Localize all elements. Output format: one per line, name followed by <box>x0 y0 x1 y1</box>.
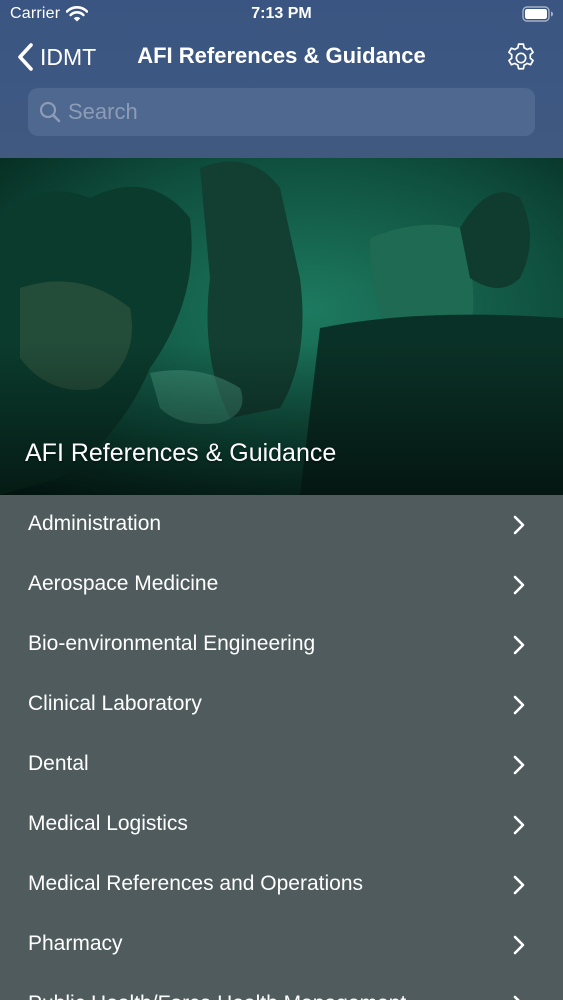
hero-banner: AFI References & Guidance <box>0 158 563 495</box>
status-time: 7:13 PM <box>251 5 312 22</box>
list-item-medical-references-and-operations[interactable]: Medical References and Operations <box>0 855 563 915</box>
list-item-medical-logistics[interactable]: Medical Logistics <box>0 795 563 855</box>
category-list: Administration Aerospace Medicine Bio-en… <box>0 495 563 1000</box>
chevron-right-icon <box>513 755 525 775</box>
gear-icon[interactable] <box>504 41 538 75</box>
list-item-pharmacy[interactable]: Pharmacy <box>0 915 563 975</box>
hero-title: AFI References & Guidance <box>25 439 337 467</box>
list-item-label: Medical References and Operations <box>28 872 364 895</box>
back-button-label: IDMT <box>40 43 97 70</box>
list-item-public-health-force-health-management[interactable]: Public Health/Force Health Management <box>0 975 563 1000</box>
search-field[interactable] <box>28 88 535 136</box>
search-input[interactable] <box>68 99 508 125</box>
list-item-administration[interactable]: Administration <box>0 495 563 555</box>
chevron-right-icon <box>513 875 525 895</box>
back-button[interactable]: IDMT <box>16 40 96 74</box>
chevron-right-icon <box>513 635 525 655</box>
search-icon <box>39 101 61 123</box>
list-item-label: Administration <box>28 512 162 535</box>
chevron-right-icon <box>513 935 525 955</box>
list-item-label: Dental <box>28 752 89 775</box>
list-item-label: Bio-environmental Engineering <box>28 632 316 655</box>
status-bar: Carrier 7:13 PM <box>0 0 563 30</box>
list-item-label: Aerospace Medicine <box>28 572 219 595</box>
list-item-label: Clinical Laboratory <box>28 692 202 715</box>
chevron-right-icon <box>513 995 520 1000</box>
chevron-right-icon <box>513 515 525 535</box>
page-title: AFI References & Guidance <box>137 43 426 68</box>
list-item-label: Public Health/Force Health Management <box>28 992 406 1000</box>
back-chevron-icon <box>18 43 33 71</box>
list-item-label: Pharmacy <box>28 932 123 955</box>
chevron-right-icon <box>513 575 525 595</box>
list-item-aerospace-medicine[interactable]: Aerospace Medicine <box>0 555 563 615</box>
list-item-dental[interactable]: Dental <box>0 735 563 795</box>
list-item-bio-environmental-engineering[interactable]: Bio-environmental Engineering <box>0 615 563 675</box>
navigation-header: Carrier 7:13 PM IDMT AFI References & Gu… <box>0 0 563 158</box>
list-item-label: Medical Logistics <box>28 812 188 835</box>
chevron-right-icon <box>513 815 525 835</box>
list-item-clinical-laboratory[interactable]: Clinical Laboratory <box>0 675 563 735</box>
battery-icon <box>522 6 553 22</box>
chevron-right-icon <box>513 695 525 715</box>
